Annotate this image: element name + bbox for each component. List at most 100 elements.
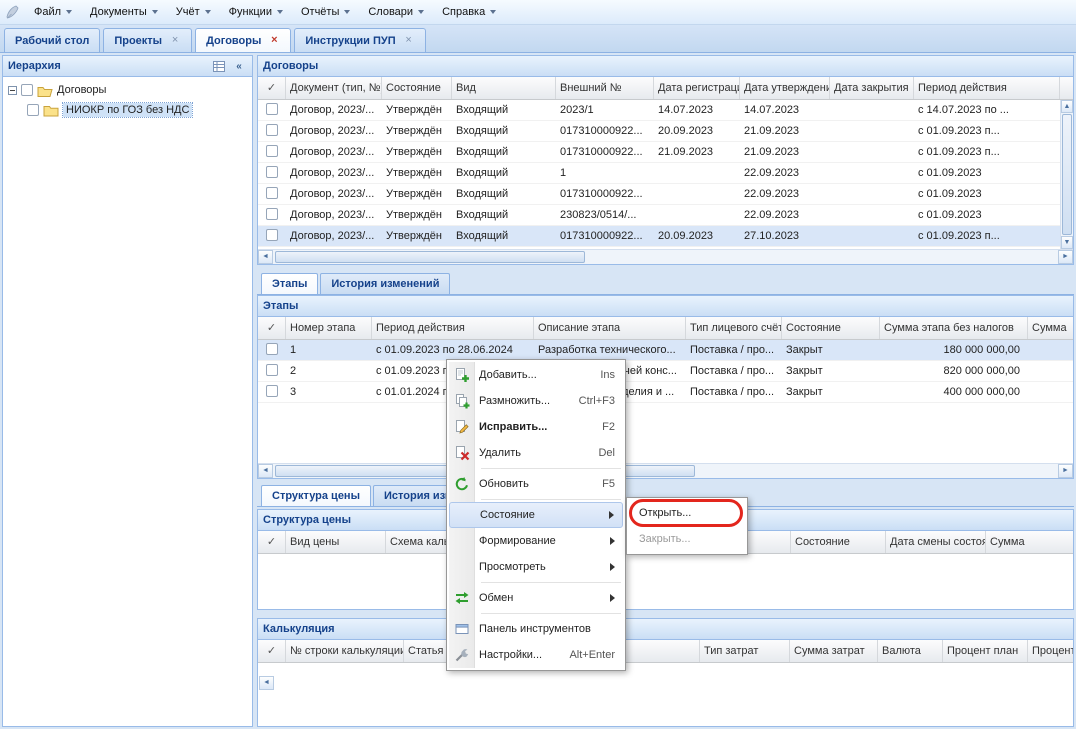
column-header[interactable]: Документ (тип, №) xyxy=(286,77,382,99)
menu-item-toolbar[interactable]: Панель инструментов xyxy=(449,616,623,642)
tab-stages[interactable]: Этапы xyxy=(261,273,318,294)
column-header[interactable]: Процент факт xyxy=(1028,640,1073,662)
column-header[interactable]: Описание этапа xyxy=(534,317,686,339)
scroll-up-button[interactable]: ▲ xyxy=(1061,100,1073,113)
table-row[interactable]: Договор, 2023/...УтверждёнВходящий017310… xyxy=(258,121,1073,142)
column-header[interactable]: Внешний № xyxy=(556,77,654,99)
row-checkbox[interactable] xyxy=(266,103,278,115)
column-header[interactable]: Сумма xyxy=(1028,317,1073,339)
table-row[interactable]: Договор, 2023/...УтверждёнВходящий2023/1… xyxy=(258,100,1073,121)
column-header[interactable]: Номер этапа xyxy=(286,317,372,339)
row-checkbox[interactable] xyxy=(266,124,278,136)
column-header[interactable]: Состояние xyxy=(382,77,452,99)
tab-change-history[interactable]: История изменений xyxy=(320,273,450,294)
column-header[interactable]: Сумма этапа без налогов xyxy=(880,317,1028,339)
stages-hscrollbar[interactable]: ◄ ► xyxy=(258,463,1073,478)
tree-checkbox[interactable] xyxy=(21,84,33,96)
column-header[interactable]: Вид цены xyxy=(286,531,386,553)
menu-item-edit[interactable]: Исправить... F2 xyxy=(449,414,623,440)
tab-instructions[interactable]: Инструкции ПУП× xyxy=(294,28,425,52)
table-row[interactable]: 2с 01.09.2023 по ...Разработка рабочей к… xyxy=(258,361,1073,382)
table-row[interactable]: Договор, 2023/...УтверждёнВходящий017310… xyxy=(258,226,1073,247)
column-header[interactable]: Сумма затрат xyxy=(790,640,878,662)
scroll-left-button[interactable]: ◄ xyxy=(258,250,273,264)
tree-node-contracts[interactable]: Договоры xyxy=(3,80,252,100)
submenu-item-open[interactable]: Открыть... xyxy=(629,500,745,526)
column-header[interactable]: Тип лицевого счёта xyxy=(686,317,782,339)
table-row[interactable]: Договор, 2023/...УтверждёнВходящий122.09… xyxy=(258,163,1073,184)
menu-reports[interactable]: Отчёты xyxy=(293,2,358,22)
panel-title: Этапы xyxy=(263,300,298,312)
menu-item-state[interactable]: Состояние xyxy=(449,502,623,528)
select-all-header[interactable]: ✓ xyxy=(258,77,286,99)
table-row[interactable]: Договор, 2023/...УтверждёнВходящий017310… xyxy=(258,184,1073,205)
menu-item-duplicate[interactable]: Размножить... Ctrl+F3 xyxy=(449,388,623,414)
row-checkbox[interactable] xyxy=(266,385,278,397)
table-cell: Входящий xyxy=(452,226,556,246)
row-checkbox[interactable] xyxy=(266,208,278,220)
scroll-down-button[interactable]: ▼ xyxy=(1061,236,1073,249)
tree-node-niokr[interactable]: НИОКР по ГОЗ без НДС xyxy=(3,100,252,120)
column-header[interactable]: Вид xyxy=(452,77,556,99)
column-header[interactable]: Дата смены состояния xyxy=(886,531,986,553)
column-header[interactable]: Дата закрытия xyxy=(830,77,914,99)
tab-price-structure[interactable]: Структура цены xyxy=(261,485,371,506)
column-header[interactable]: Тип затрат xyxy=(700,640,790,662)
row-checkbox[interactable] xyxy=(266,343,278,355)
table-cell xyxy=(258,205,286,225)
tree-options-icon[interactable] xyxy=(211,59,227,74)
column-header[interactable]: Период действия xyxy=(372,317,534,339)
select-all-header[interactable]: ✓ xyxy=(258,640,286,662)
row-checkbox[interactable] xyxy=(266,166,278,178)
row-checkbox[interactable] xyxy=(266,145,278,157)
close-icon[interactable]: × xyxy=(403,35,415,47)
menu-item-delete[interactable]: Удалить Del xyxy=(449,440,623,466)
scroll-thumb[interactable] xyxy=(275,251,585,263)
contracts-hscrollbar[interactable]: ◄ ► xyxy=(258,249,1073,264)
column-header[interactable]: Состояние xyxy=(782,317,880,339)
scroll-left-button[interactable]: ◄ xyxy=(259,676,274,690)
tab-desktop[interactable]: Рабочий стол xyxy=(4,28,100,52)
select-all-header[interactable]: ✓ xyxy=(258,531,286,553)
collapse-panel-icon[interactable]: « xyxy=(231,59,247,74)
scroll-right-button[interactable]: ► xyxy=(1058,250,1073,264)
table-row[interactable]: 1с 01.09.2023 по 28.06.2024Разработка те… xyxy=(258,340,1073,361)
menu-item-settings[interactable]: Настройки... Alt+Enter xyxy=(449,642,623,668)
menu-item-add[interactable]: Добавить... Ins xyxy=(449,362,623,388)
table-row[interactable]: Договор, 2023/...УтверждёнВходящий230823… xyxy=(258,205,1073,226)
tab-projects[interactable]: Проекты× xyxy=(103,28,192,52)
column-header[interactable]: Период действия xyxy=(914,77,1060,99)
select-all-header[interactable]: ✓ xyxy=(258,317,286,339)
column-header[interactable]: Сумма xyxy=(986,531,1073,553)
table-row[interactable]: 3с 01.01.2024 по ...Изготовление изделия… xyxy=(258,382,1073,403)
menu-item-exchange[interactable]: Обмен xyxy=(449,585,623,611)
column-header[interactable]: № строки калькуляции xyxy=(286,640,404,662)
scroll-left-button[interactable]: ◄ xyxy=(258,464,273,478)
menu-help[interactable]: Справка xyxy=(434,2,504,22)
row-checkbox[interactable] xyxy=(266,187,278,199)
close-icon[interactable]: × xyxy=(268,35,280,47)
contracts-vscrollbar[interactable]: ▲ ▼ xyxy=(1060,100,1073,249)
row-checkbox[interactable] xyxy=(266,229,278,241)
menu-item-view[interactable]: Просмотреть xyxy=(449,554,623,580)
close-icon[interactable]: × xyxy=(169,35,181,47)
menu-item-refresh[interactable]: Обновить F5 xyxy=(449,471,623,497)
column-header[interactable]: Дата утверждения xyxy=(740,77,830,99)
column-header[interactable]: Валюта xyxy=(878,640,943,662)
row-checkbox[interactable] xyxy=(266,364,278,376)
menu-dictionaries[interactable]: Словари xyxy=(360,2,432,22)
scroll-right-button[interactable]: ► xyxy=(1058,464,1073,478)
column-header[interactable]: Состояние xyxy=(791,531,886,553)
column-header[interactable]: Процент план xyxy=(943,640,1028,662)
menu-documents[interactable]: Документы xyxy=(82,2,166,22)
scroll-thumb[interactable] xyxy=(1062,114,1072,235)
tree-checkbox[interactable] xyxy=(27,104,39,116)
table-row[interactable]: Договор, 2023/...УтверждёнВходящий017310… xyxy=(258,142,1073,163)
menu-accounting[interactable]: Учёт xyxy=(168,2,219,22)
column-header[interactable]: Дата регистрации xyxy=(654,77,740,99)
tab-contracts[interactable]: Договоры× xyxy=(195,28,291,52)
collapse-node-icon[interactable] xyxy=(8,86,17,95)
menu-functions[interactable]: Функции xyxy=(221,2,291,22)
menu-item-formation[interactable]: Формирование xyxy=(449,528,623,554)
menu-file[interactable]: Файл xyxy=(26,2,80,22)
